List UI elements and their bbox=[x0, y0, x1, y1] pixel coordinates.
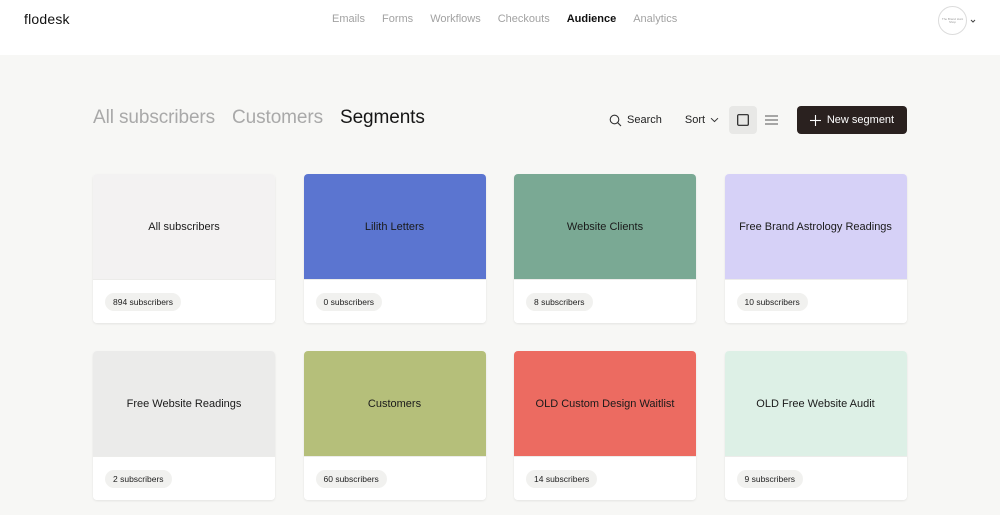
segment-footer: 8 subscribers bbox=[514, 279, 696, 323]
segment-footer: 2 subscribers bbox=[93, 456, 275, 500]
nav-analytics[interactable]: Analytics bbox=[633, 13, 677, 25]
segment-name: Free Brand Astrology Readings bbox=[724, 174, 907, 279]
new-segment-label: New segment bbox=[826, 114, 895, 126]
segment-name: Lilith Letters bbox=[303, 174, 486, 279]
tab-all-subscribers[interactable]: All subscribers bbox=[93, 107, 215, 129]
segment-card[interactable]: Lilith Letters 0 subscribers bbox=[303, 174, 486, 323]
chevron-down-icon bbox=[710, 117, 719, 123]
audience-tabs: All subscribers Customers Segments bbox=[93, 107, 425, 129]
subscriber-count-badge: 60 subscribers bbox=[315, 469, 387, 488]
nav-checkouts[interactable]: Checkouts bbox=[498, 13, 550, 25]
segment-name: All subscribers bbox=[93, 174, 275, 279]
segment-card[interactable]: Free Website Readings 2 subscribers bbox=[93, 351, 275, 500]
segment-name: OLD Free Website Audit bbox=[724, 351, 907, 456]
segment-card[interactable]: OLD Custom Design Waitlist 14 subscriber… bbox=[514, 351, 696, 500]
grid-view-button[interactable] bbox=[729, 106, 757, 134]
account-menu[interactable]: The Brand Hunt Shop bbox=[938, 6, 976, 35]
nav-audience[interactable]: Audience bbox=[567, 13, 617, 25]
nav-workflows[interactable]: Workflows bbox=[430, 13, 481, 25]
search-icon bbox=[609, 114, 622, 126]
nav-emails[interactable]: Emails bbox=[332, 13, 365, 25]
sort-dropdown[interactable]: Sort bbox=[685, 114, 719, 126]
search-button[interactable]: Search bbox=[609, 114, 662, 127]
segment-card[interactable]: Free Brand Astrology Readings 10 subscri… bbox=[724, 174, 907, 323]
segment-footer: 14 subscribers bbox=[514, 456, 696, 500]
grid-view-icon bbox=[737, 114, 749, 126]
view-toggle bbox=[729, 106, 785, 134]
segment-card[interactable]: OLD Free Website Audit 9 subscribers bbox=[724, 351, 907, 500]
segment-footer: 9 subscribers bbox=[724, 456, 907, 500]
tab-segments[interactable]: Segments bbox=[340, 107, 425, 129]
top-navigation-bar: flodesk Emails Forms Workflows Checkouts… bbox=[0, 0, 1000, 55]
subscriber-count-badge: 9 subscribers bbox=[736, 469, 804, 488]
segment-name: OLD Custom Design Waitlist bbox=[514, 351, 696, 456]
subscriber-count-badge: 14 subscribers bbox=[526, 469, 598, 488]
segments-grid: All subscribers 894 subscribers Lilith L… bbox=[93, 174, 907, 500]
avatar[interactable]: The Brand Hunt Shop bbox=[938, 6, 967, 35]
list-view-button[interactable] bbox=[757, 106, 785, 134]
main-nav: Emails Forms Workflows Checkouts Audienc… bbox=[332, 13, 677, 25]
nav-forms[interactable]: Forms bbox=[382, 13, 413, 25]
search-label: Search bbox=[627, 114, 662, 126]
segment-footer: 0 subscribers bbox=[303, 279, 486, 323]
chevron-down-icon bbox=[970, 19, 976, 23]
segment-footer: 60 subscribers bbox=[303, 456, 486, 500]
segment-card[interactable]: All subscribers 894 subscribers bbox=[93, 174, 275, 323]
new-segment-button[interactable]: New segment bbox=[797, 106, 907, 134]
sort-label: Sort bbox=[684, 114, 706, 126]
segment-name: Customers bbox=[303, 351, 486, 456]
flodesk-logo[interactable]: flodesk bbox=[24, 11, 70, 27]
subscriber-count-badge: 10 subscribers bbox=[736, 292, 808, 311]
segment-name: Free Website Readings bbox=[93, 351, 275, 456]
subscriber-count-badge: 2 subscribers bbox=[105, 469, 172, 488]
subscriber-count-badge: 0 subscribers bbox=[315, 292, 383, 311]
segment-footer: 10 subscribers bbox=[724, 279, 907, 323]
list-view-icon bbox=[764, 115, 778, 125]
segment-card[interactable]: Customers 60 subscribers bbox=[303, 351, 486, 500]
plus-icon bbox=[809, 114, 821, 126]
segments-toolbar: Search Sort bbox=[609, 106, 719, 134]
segment-footer: 894 subscribers bbox=[93, 279, 275, 323]
segment-card[interactable]: Website Clients 8 subscribers bbox=[514, 174, 696, 323]
subscriber-count-badge: 894 subscribers bbox=[105, 292, 182, 311]
tab-customers[interactable]: Customers bbox=[232, 107, 323, 129]
segment-name: Website Clients bbox=[514, 174, 696, 279]
subscriber-count-badge: 8 subscribers bbox=[526, 292, 593, 311]
